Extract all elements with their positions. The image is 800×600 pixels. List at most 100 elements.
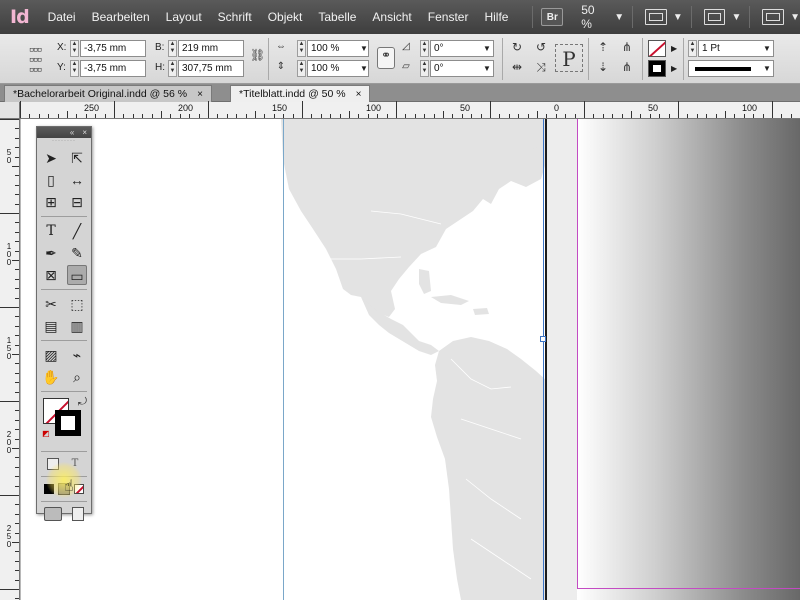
close-icon[interactable]: × xyxy=(356,89,362,100)
rectangle-frame-tool-icon[interactable]: ⊠ xyxy=(41,265,61,285)
app-logo: Id xyxy=(10,6,30,28)
menu-fenster[interactable]: Fenster xyxy=(428,10,469,24)
vertical-ruler[interactable]: 50 100 150 200 250 xyxy=(0,119,20,600)
menu-separator xyxy=(632,6,634,28)
menu-schrift[interactable]: Schrift xyxy=(218,10,252,24)
chevron-down-icon[interactable]: ▼ xyxy=(483,64,491,73)
tab-label: *Titelblatt.indd @ 50 % xyxy=(239,88,346,100)
chevron-down-icon[interactable]: ▼ xyxy=(673,12,683,23)
tab-bachelorarbeit[interactable]: *Bachelorarbeit Original.indd @ 56 % × xyxy=(4,85,212,102)
select-container-icon[interactable]: ⇡ xyxy=(596,40,610,54)
flip-horizontal-icon[interactable]: ⇹ xyxy=(509,60,525,74)
preview-view-icon[interactable] xyxy=(72,507,84,521)
scissors-tool-icon[interactable]: ✂ xyxy=(41,294,61,314)
zoom-level-dropdown[interactable]: 50 % xyxy=(581,3,608,31)
y-spinner[interactable]: ▲ ▼ xyxy=(70,60,79,77)
fill-none-swatch[interactable] xyxy=(648,40,666,57)
reference-point-p-icon[interactable]: P xyxy=(555,44,583,72)
gradient-swatch-tool-icon[interactable]: ▤ xyxy=(41,316,61,336)
document-canvas[interactable] xyxy=(21,119,800,600)
swap-fill-stroke-icon[interactable]: ⤾ xyxy=(78,396,87,409)
ruler-tick xyxy=(15,231,19,233)
x-spinner[interactable]: ▲ ▼ xyxy=(70,40,79,57)
chevron-down-icon[interactable]: ▼ xyxy=(360,64,368,73)
select-content-icon[interactable]: ⇣ xyxy=(596,60,610,74)
chevron-down-icon[interactable]: ▼ xyxy=(483,44,491,53)
frame-resize-handle[interactable] xyxy=(540,336,546,342)
line-tool-icon[interactable]: ╱ xyxy=(67,221,87,241)
close-icon[interactable]: × xyxy=(197,89,203,100)
stroke-black-swatch[interactable] xyxy=(648,60,666,77)
zoom-tool-icon[interactable]: ⌕ xyxy=(67,367,87,387)
constrain-proportions-icon[interactable]: ⛓ xyxy=(250,48,265,62)
free-transform-tool-icon[interactable]: ⬚ xyxy=(67,294,87,314)
link-scale-icon[interactable]: ⚭ xyxy=(377,47,395,69)
reference-point-icon[interactable]: ▫▫▫ ▫▫▫ ▫▫▫ xyxy=(24,42,46,76)
ruler-tick xyxy=(236,114,238,118)
height-field[interactable]: 307,75 mm xyxy=(178,60,244,77)
horizontal-ruler[interactable]: 250 200 150 100 50 0 50 100 xyxy=(20,101,800,119)
scale-x-spinner[interactable]: ▲ ▼ xyxy=(297,40,306,57)
menu-bearbeiten[interactable]: Bearbeiten xyxy=(92,10,150,24)
width-spinner[interactable]: ▲ ▼ xyxy=(168,40,177,57)
separator xyxy=(642,38,643,80)
x-position-field[interactable]: -3,75 mm xyxy=(80,40,146,57)
screen-mode-icon[interactable] xyxy=(703,9,726,25)
pen-tool-icon[interactable]: ✒ xyxy=(41,243,61,263)
note-tool-icon[interactable]: ▨ xyxy=(41,345,61,365)
rotate-cw-icon[interactable]: ↻ xyxy=(509,40,525,54)
menu-ansicht[interactable]: Ansicht xyxy=(372,10,411,24)
page-tool-icon[interactable]: ▯ xyxy=(41,170,61,190)
chevron-down-icon[interactable]: ▼ xyxy=(763,44,771,53)
direct-selection-tool-icon[interactable]: ⇱ xyxy=(67,148,87,168)
select-next-icon[interactable]: ⋔ xyxy=(618,60,636,74)
type-tool-icon[interactable]: T xyxy=(41,221,61,241)
height-spinner[interactable]: ▲ ▼ xyxy=(168,60,177,77)
arrange-documents-icon[interactable] xyxy=(762,9,785,25)
y-position-field[interactable]: -3,75 mm xyxy=(80,60,146,77)
tab-titelblatt[interactable]: *Titelblatt.indd @ 50 % × xyxy=(230,85,371,102)
panel-grip[interactable]: ········ xyxy=(37,138,91,147)
close-icon[interactable]: × xyxy=(82,128,87,137)
chevron-down-icon[interactable]: ▼ xyxy=(360,44,368,53)
pencil-tool-icon[interactable]: ✎ xyxy=(67,243,87,263)
rotate-spinner[interactable]: ▲ ▼ xyxy=(420,40,429,57)
chevron-right-icon[interactable]: ▶ xyxy=(671,64,677,73)
stroke-weight-spinner[interactable]: ▲ ▼ xyxy=(688,40,697,57)
chevron-right-icon[interactable]: ▶ xyxy=(671,44,677,53)
chevron-down-icon[interactable]: ▼ xyxy=(763,64,771,73)
scale-y-spinner[interactable]: ▲ ▼ xyxy=(297,60,306,77)
rectangle-tool-icon[interactable]: ▭ xyxy=(67,265,87,285)
normal-view-icon[interactable] xyxy=(44,507,62,521)
chevron-down-icon[interactable]: ▼ xyxy=(790,12,800,23)
selection-tool-icon[interactable]: ➤ xyxy=(41,148,61,168)
gradient-feather-tool-icon[interactable]: ▥ xyxy=(67,316,87,336)
ruler-origin[interactable] xyxy=(0,102,20,119)
menu-objekt[interactable]: Objekt xyxy=(268,10,303,24)
hand-tool-icon[interactable]: ✋ xyxy=(41,367,61,387)
menu-datei[interactable]: Datei xyxy=(48,10,76,24)
ruler-tick xyxy=(15,419,19,421)
menu-layout[interactable]: Layout xyxy=(166,10,202,24)
stroke-type-dropdown[interactable] xyxy=(688,60,774,77)
ruler-tick xyxy=(15,391,19,393)
flip-vertical-icon[interactable]: ⤨ xyxy=(533,60,549,74)
menu-tabelle[interactable]: Tabelle xyxy=(318,10,356,24)
width-field[interactable]: 219 mm xyxy=(178,40,244,57)
fill-stroke-swatches[interactable]: ⤾ ◩ xyxy=(37,396,91,448)
tools-panel-header[interactable]: « × xyxy=(37,127,91,138)
collapse-icon[interactable]: « xyxy=(70,128,74,137)
bridge-button[interactable]: Br xyxy=(541,8,564,26)
rotate-ccw-icon[interactable]: ↺ xyxy=(533,40,549,54)
chevron-down-icon[interactable]: ▼ xyxy=(614,12,624,23)
chevron-down-icon[interactable]: ▼ xyxy=(731,12,741,23)
default-fill-stroke-icon[interactable]: ◩ xyxy=(42,429,50,438)
eyedropper-tool-icon[interactable]: ⌁ xyxy=(67,345,87,365)
gap-tool-icon[interactable]: ↔ xyxy=(67,170,87,190)
view-options-icon[interactable] xyxy=(645,9,667,25)
content-collector-icon[interactable]: ⊞ xyxy=(41,192,61,212)
select-previous-icon[interactable]: ⋔ xyxy=(618,40,636,54)
content-placer-icon[interactable]: ⊟ xyxy=(67,192,87,212)
shear-spinner[interactable]: ▲ ▼ xyxy=(420,60,429,77)
menu-hilfe[interactable]: Hilfe xyxy=(484,10,508,24)
